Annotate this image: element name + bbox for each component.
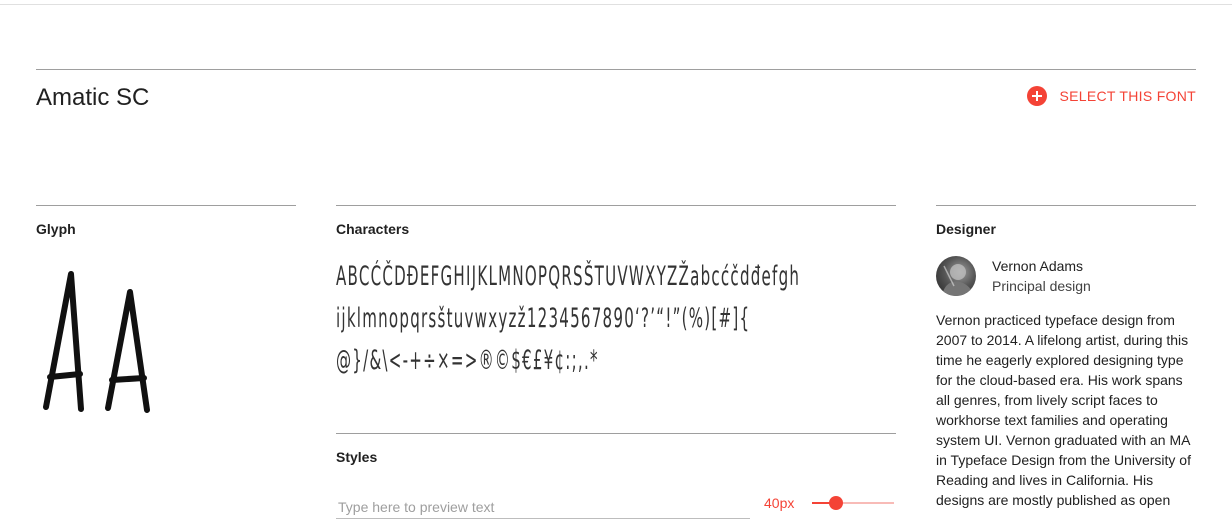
character-line: @}/&\<-+÷×=>®©$€£¥¢:;,.* bbox=[336, 345, 599, 376]
designer-name: Vernon Adams bbox=[992, 258, 1084, 274]
designer-role: Principal design bbox=[992, 278, 1091, 294]
glyph-section-title: Glyph bbox=[36, 221, 76, 237]
header-divider bbox=[36, 69, 1196, 70]
slider-thumb[interactable] bbox=[829, 496, 843, 510]
preview-text-input[interactable] bbox=[336, 496, 750, 519]
character-line: ijklmnopqrsštuvwxyzž1234567890‘?’“!”(%)[… bbox=[336, 303, 751, 334]
glyph-preview bbox=[36, 262, 176, 422]
character-line: ABCĆČDĐEFGHIJKLMNOPQRSŠTUVWXYZŽabcćčdđef… bbox=[336, 261, 801, 292]
designer-divider bbox=[936, 205, 1196, 206]
glyph-divider bbox=[36, 205, 296, 206]
top-divider bbox=[0, 4, 1232, 5]
designer-bio: Vernon practiced typeface design from 20… bbox=[936, 312, 1191, 508]
font-title: Amatic SC bbox=[36, 84, 150, 111]
characters-divider bbox=[336, 205, 896, 206]
select-font-button[interactable]: SELECT THIS FONT bbox=[1027, 86, 1196, 106]
select-font-label: SELECT THIS FONT bbox=[1059, 88, 1196, 104]
glyph-aa-drawing bbox=[43, 271, 150, 413]
add-circle-icon bbox=[1027, 86, 1048, 106]
designer-section-title: Designer bbox=[936, 221, 996, 237]
slider-track-empty bbox=[836, 502, 894, 504]
character-set: ABCĆČDĐEFGHIJKLMNOPQRSŠTUVWXYZŽabcćčdđef… bbox=[336, 256, 801, 382]
styles-section-title: Styles bbox=[336, 449, 378, 465]
font-size-label: 40px bbox=[764, 495, 795, 511]
font-size-slider[interactable] bbox=[812, 495, 894, 511]
characters-section-title: Characters bbox=[336, 221, 410, 237]
styles-divider bbox=[336, 433, 896, 434]
avatar-photo-icon bbox=[942, 264, 974, 296]
designer-avatar bbox=[936, 256, 976, 296]
